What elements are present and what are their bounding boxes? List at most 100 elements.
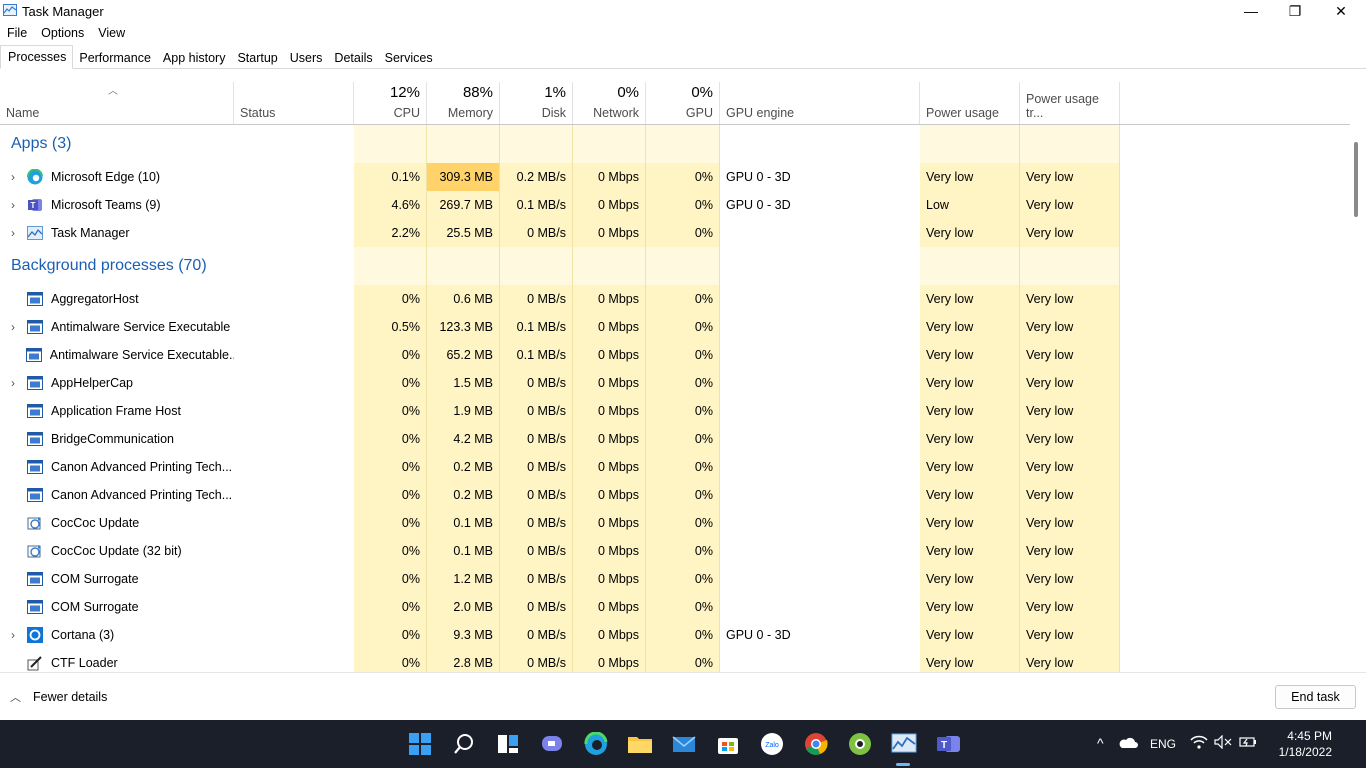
mem-value: 0.2 MB — [453, 460, 493, 474]
gpu-value: 0% — [694, 516, 713, 530]
table-row[interactable]: Application Frame Host 0% 1.9 MB 0 MB/s 0 Mb… — [0, 397, 1120, 425]
tab-startup[interactable]: Startup — [231, 45, 283, 68]
close-button[interactable]: ✕ — [1318, 0, 1364, 22]
table-row[interactable]: › Task Manager 2.2% 25.5 MB 0 MB/s 0 Mbps 0% Ve… — [0, 219, 1120, 247]
tab-app-history[interactable]: App history — [157, 45, 232, 68]
power-value: Very low — [926, 404, 974, 418]
table-row[interactable]: BridgeCommunication 0% 4.2 MB 0 MB/s 0 Mbps 0… — [0, 425, 1120, 453]
net-value: 0 Mbps — [598, 572, 639, 586]
taskmanager-taskbar-icon[interactable] — [890, 730, 918, 758]
name-cell: Application Frame Host — [0, 397, 234, 425]
table-row[interactable]: › Cortana (3) 0% 9.3 MB 0 MB/s 0 Mbps 0% GPU 0 … — [0, 621, 1120, 649]
chrome-icon[interactable] — [802, 730, 830, 758]
edge-icon[interactable] — [582, 730, 610, 758]
mem-cell: 269.7 MB — [427, 191, 500, 219]
table-row[interactable]: Canon Advanced Printing Tech... 0% 0.2 MB 0… — [0, 453, 1120, 481]
net-cell: 0 Mbps — [573, 453, 646, 481]
table-row[interactable]: CocCoc Update 0% 0.1 MB 0 MB/s 0 Mbps 0% Very … — [0, 509, 1120, 537]
column-gpu[interactable]: 0% GPU — [646, 82, 720, 124]
column-name[interactable]: ︿ Name — [0, 82, 234, 124]
column-cpu[interactable]: 12% CPU — [354, 82, 427, 124]
minimize-button[interactable]: — — [1228, 0, 1274, 22]
language-indicator[interactable]: ENG — [1150, 737, 1176, 751]
disk-cell: 0.1 MB/s — [500, 313, 573, 341]
gpu-engine-value: GPU 0 - 3D — [726, 198, 791, 212]
disk-value: 0 MB/s — [527, 404, 566, 418]
tab-processes[interactable]: Processes — [0, 45, 74, 69]
net-cell: 0 Mbps — [573, 285, 646, 313]
vertical-scrollbar[interactable] — [1354, 142, 1358, 217]
cpu-cell: 0% — [354, 341, 427, 369]
table-row[interactable]: COM Surrogate 0% 1.2 MB 0 MB/s 0 Mbps 0% Very … — [0, 565, 1120, 593]
column-power-usage[interactable]: Power usage — [920, 82, 1020, 124]
disk-value: 0 MB/s — [527, 376, 566, 390]
table-row[interactable]: › Antimalware Service Executable 0.5% 123.3… — [0, 313, 1120, 341]
onedrive-icon[interactable] — [1118, 735, 1138, 752]
disk-cell: 0 MB/s — [500, 565, 573, 593]
column-gpu-engine[interactable]: GPU engine — [720, 82, 920, 124]
zalo-icon[interactable]: Zalo — [758, 730, 786, 758]
chevron-right-icon[interactable]: › — [0, 170, 26, 184]
power-trend-cell: Very low — [1020, 565, 1120, 593]
power-value: Very low — [926, 544, 974, 558]
table-row[interactable]: Antimalware Service Executable... 0% 65.2 … — [0, 341, 1120, 369]
volume-muted-icon[interactable] — [1214, 734, 1232, 752]
column-status[interactable]: Status — [234, 82, 354, 124]
tab-details[interactable]: Details — [328, 45, 378, 68]
clock[interactable]: 4:45 PM 1/18/2022 — [1262, 728, 1332, 760]
column-disk[interactable]: 1% Disk — [500, 82, 573, 124]
power-cell: Very low — [920, 565, 1020, 593]
column-network[interactable]: 0% Network — [573, 82, 646, 124]
menu-file[interactable]: File — [0, 23, 34, 43]
menu-view[interactable]: View — [91, 23, 132, 43]
chevron-right-icon[interactable]: › — [0, 198, 26, 212]
table-row[interactable]: › T Microsoft Teams (9) 4.6% 269.7 MB 0.1 MB/… — [0, 191, 1120, 219]
table-row[interactable]: › Microsoft Edge (10) 0.1% 309.3 MB 0.2 MB/s… — [0, 163, 1120, 191]
start-icon[interactable] — [406, 730, 434, 758]
table-row[interactable]: Canon Advanced Printing Tech... 0% 0.2 MB 0… — [0, 481, 1120, 509]
disk-value: 0.2 MB/s — [516, 170, 566, 184]
show-hidden-icons-caret[interactable]: ^ — [1097, 735, 1104, 751]
taskmanager-icon — [3, 4, 17, 16]
column-power-trend[interactable]: Power usage tr... — [1020, 82, 1120, 124]
tab-services[interactable]: Services — [379, 45, 439, 68]
table-row[interactable]: AggregatorHost 0% 0.6 MB 0 MB/s 0 Mbps 0% Very… — [0, 285, 1120, 313]
menu-options[interactable]: Options — [34, 23, 91, 43]
net-cell: 0 Mbps — [573, 313, 646, 341]
cpu-value: 0% — [401, 404, 420, 418]
power-trend-cell: Very low — [1020, 163, 1120, 191]
cpu-cell: 0% — [354, 649, 427, 672]
chevron-right-icon[interactable]: › — [0, 320, 26, 334]
cpu-value: 0% — [401, 432, 420, 446]
tab-users[interactable]: Users — [284, 45, 329, 68]
gpu-cell: 0% — [646, 219, 720, 247]
table-row[interactable]: COM Surrogate 0% 2.0 MB 0 MB/s 0 Mbps 0% Very … — [0, 593, 1120, 621]
mail-icon[interactable] — [670, 730, 698, 758]
table-row[interactable]: › AppHelperCap 0% 1.5 MB 0 MB/s 0 Mbps 0% Very … — [0, 369, 1120, 397]
coccoc-icon[interactable] — [846, 730, 874, 758]
tab-performance[interactable]: Performance — [73, 45, 157, 68]
column-memory[interactable]: 88% Memory — [427, 82, 500, 124]
chevron-right-icon[interactable]: › — [0, 376, 26, 390]
end-task-button[interactable]: End task — [1275, 685, 1356, 709]
store-icon[interactable] — [714, 730, 742, 758]
wifi-icon[interactable] — [1190, 735, 1208, 752]
battery-icon[interactable] — [1238, 735, 1258, 752]
group-cell-cpu — [354, 247, 427, 285]
process-name: AppHelperCap — [51, 376, 133, 390]
chevron-right-icon[interactable]: › — [0, 628, 26, 642]
teams-taskbar-icon[interactable]: T — [934, 730, 962, 758]
net-value: 0 Mbps — [598, 544, 639, 558]
chat-icon[interactable] — [538, 730, 566, 758]
chevron-right-icon[interactable]: › — [0, 226, 26, 240]
table-row[interactable]: CTF Loader 0% 2.8 MB 0 MB/s 0 Mbps 0% Very low… — [0, 649, 1120, 672]
task-view-icon[interactable] — [494, 730, 522, 758]
restore-button[interactable]: ❐ — [1272, 0, 1318, 22]
power-cell: Very low — [920, 369, 1020, 397]
power-cell: Very low — [920, 621, 1020, 649]
mem-value: 0.6 MB — [453, 292, 493, 306]
search-icon[interactable] — [450, 730, 478, 758]
table-row[interactable]: CocCoc Update (32 bit) 0% 0.1 MB 0 MB/s 0 Mb… — [0, 537, 1120, 565]
fewer-details-button[interactable]: ︿ Fewer details — [10, 689, 107, 705]
file-explorer-icon[interactable] — [626, 730, 654, 758]
